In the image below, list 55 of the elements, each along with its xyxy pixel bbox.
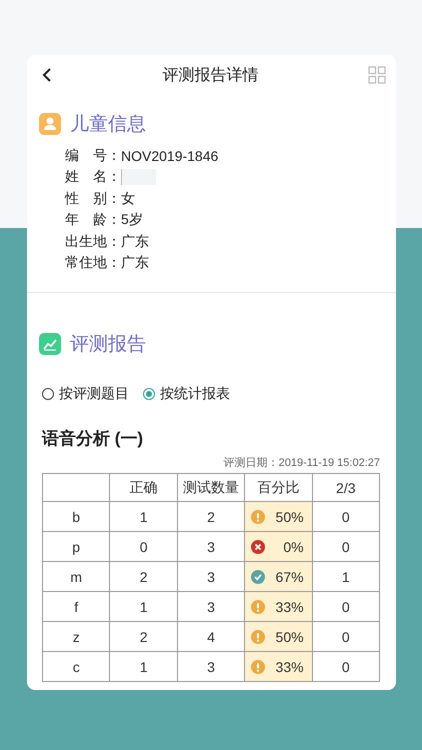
back-icon[interactable] <box>41 67 53 83</box>
header-cell <box>42 474 110 502</box>
table-title: 语音分析 (一) <box>42 428 144 450</box>
percent-value: 50% <box>276 628 304 644</box>
field-value: 广东 <box>121 232 149 250</box>
percent-value: 0% <box>283 538 304 554</box>
section-title: 儿童信息 <box>70 113 146 137</box>
field-label: 性 别： <box>65 190 121 208</box>
field-value: 女 <box>121 190 135 208</box>
percent-value: 50% <box>276 508 304 524</box>
percent-value: 33% <box>276 658 304 674</box>
section-title: 评测报告 <box>70 333 146 357</box>
field-label: 常住地： <box>65 254 121 272</box>
table-cell: p <box>42 532 110 562</box>
radio-option[interactable]: 按评测题目 <box>42 385 129 403</box>
field-value: 广东 <box>121 254 149 272</box>
table-cell: 0 <box>312 592 380 622</box>
table-cell: c <box>42 652 110 682</box>
field-label: 出生地： <box>65 232 121 250</box>
report-date: 评测日期：2019-11-19 15:02:27 <box>222 456 380 470</box>
person-icon <box>39 113 61 135</box>
percent-value: 67% <box>276 568 304 584</box>
table-cell: 1 <box>110 592 178 622</box>
table-cell: z <box>42 622 110 652</box>
table-cell: 1 <box>110 502 178 532</box>
warning-icon <box>251 630 266 644</box>
table-cell: 1 <box>110 652 178 682</box>
warning-icon <box>251 660 266 674</box>
table-cell: 2 <box>110 622 178 652</box>
header-cell: 测试数量 <box>177 474 245 502</box>
field-label: 年 龄： <box>65 211 121 229</box>
header-cell: 2/3 <box>312 474 380 502</box>
table-cell: 0 <box>312 532 380 562</box>
table-cell: 0 <box>312 502 380 532</box>
table-cell: 0 <box>110 532 178 562</box>
field-value: NOV2019-1846 <box>121 148 218 164</box>
header-cell: 正确 <box>110 474 178 502</box>
error-icon <box>251 540 266 554</box>
table-cell: f <box>42 592 110 622</box>
table-cell: 2 <box>110 562 178 592</box>
table-cell: 0 <box>312 622 380 652</box>
field-value: 5岁 <box>121 211 143 229</box>
percent-value: 33% <box>276 598 304 614</box>
page-title: 评测报告详情 <box>162 66 258 86</box>
check-icon <box>251 570 266 584</box>
warning-icon <box>251 600 266 614</box>
chart-icon <box>39 333 61 355</box>
field-label: 姓 名： <box>65 168 121 186</box>
table-cell: m <box>42 562 110 592</box>
field-label: 编 号： <box>65 146 121 164</box>
table-cell: 1 <box>312 562 380 592</box>
table-cell: b <box>42 502 110 532</box>
table-cell: 0 <box>312 652 380 682</box>
radio-option[interactable]: 按统计报表 <box>143 385 230 403</box>
warning-icon <box>251 510 266 524</box>
